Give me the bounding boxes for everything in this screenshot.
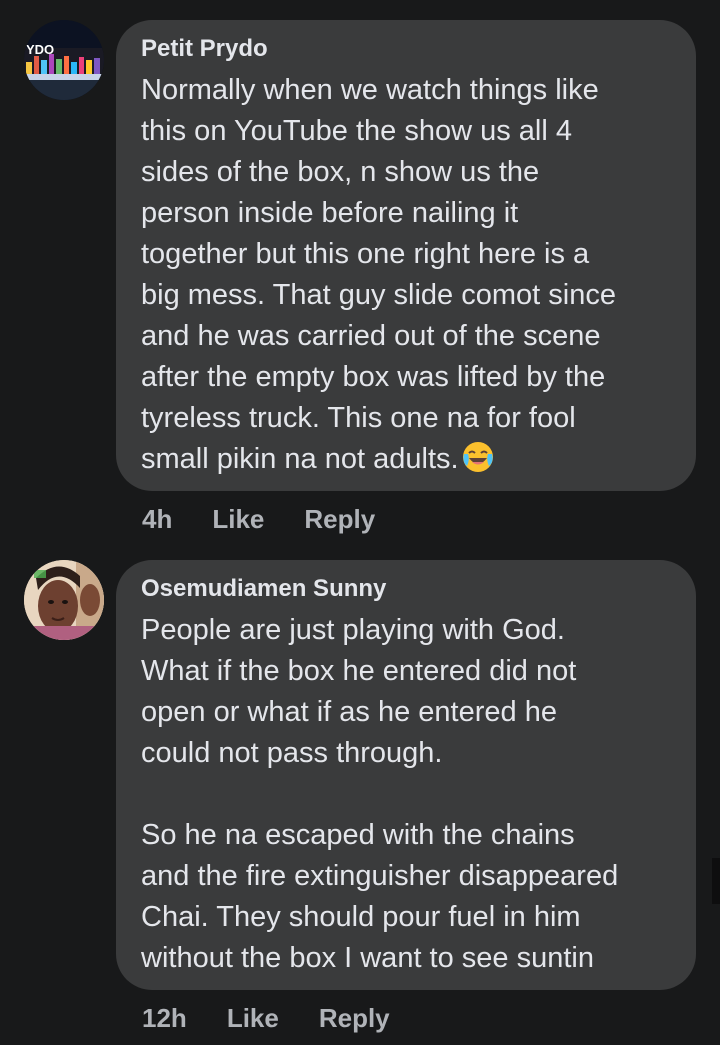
comment-bubble[interactable]: Petit Prydo Normally when we watch thing… <box>116 20 696 491</box>
avatar[interactable]: YDO <box>24 20 104 100</box>
comment-body: Normally when we watch things like this … <box>141 74 616 475</box>
comment-text: People are just playing with God. What i… <box>141 614 619 974</box>
reply-button[interactable]: Reply <box>304 504 375 535</box>
comment-timestamp[interactable]: 12h <box>142 1003 187 1034</box>
avatar-image <box>24 560 104 640</box>
avatar-image: YDO <box>24 20 104 100</box>
reply-button[interactable]: Reply <box>319 1003 390 1034</box>
face-with-tears-of-joy-icon <box>462 442 493 472</box>
like-button[interactable]: Like <box>212 504 264 535</box>
comment-timestamp[interactable]: 4h <box>142 504 172 535</box>
scrollbar[interactable] <box>712 858 720 904</box>
comment-text: Normally when we watch things like this … <box>141 70 672 480</box>
comment-bubble[interactable]: Osemudiamen Sunny People are just playin… <box>116 560 696 990</box>
comment-author[interactable]: Petit Prydo <box>141 34 672 64</box>
like-button[interactable]: Like <box>227 1003 279 1034</box>
comment-actions: 4h Like Reply <box>142 504 415 535</box>
avatar-logo-text: YDO <box>26 42 54 57</box>
comment-author[interactable]: Osemudiamen Sunny <box>141 574 672 604</box>
avatar[interactable] <box>24 560 104 640</box>
comment-actions: 12h Like Reply <box>142 1003 430 1034</box>
